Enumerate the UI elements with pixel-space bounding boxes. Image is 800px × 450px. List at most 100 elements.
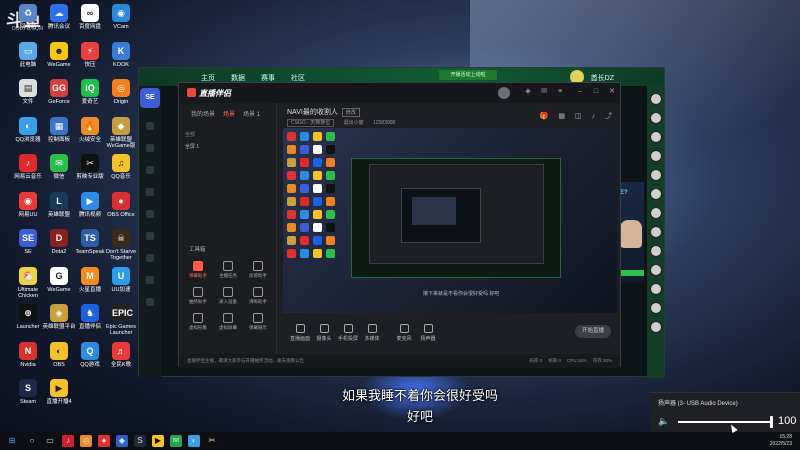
stream-preview[interactable]: 接下来就是不看你会很好受吗 好吧 (283, 128, 617, 313)
taskbar-app-icon[interactable]: ◎ (80, 435, 92, 447)
tool-button[interactable]: 主播任务 (213, 259, 243, 285)
desktop-icon[interactable]: ▶ 直播开播4 (39, 379, 79, 413)
taskbar-app-icon[interactable]: ◐ (188, 435, 200, 447)
desktop-icon-label: 文件 (22, 99, 34, 105)
sidebar-icon[interactable] (146, 254, 154, 262)
toolbar-button[interactable]: 直播画面 (289, 324, 311, 342)
viewer-avatar[interactable] (649, 207, 662, 219)
bell-icon[interactable]: ♪ (592, 113, 596, 120)
desktop-icon[interactable]: ◎ Origin (101, 79, 141, 113)
maximize-icon[interactable]: □ (592, 88, 600, 96)
scene-tab[interactable]: 场景 1 (243, 112, 260, 118)
skin-icon[interactable]: ◈ (524, 88, 532, 96)
viewer-avatar[interactable] (649, 226, 662, 238)
taskbar-app-icon[interactable]: ✉ (170, 435, 182, 447)
message-icon[interactable]: ✉ (540, 88, 548, 96)
announcement-text[interactable]: 直播伴侣主播，邀请大家参与开播抽奖活动，速去观看公告 (187, 354, 304, 368)
volume-slider-thumb[interactable] (770, 416, 773, 428)
toolbar-button[interactable]: 多媒体 (361, 324, 383, 342)
preview-mini-icon (313, 197, 322, 206)
viewer-avatar[interactable] (649, 283, 662, 295)
desktop-icon[interactable]: EPIC Epic Games Launcher (101, 304, 141, 338)
taskbar-app-icon[interactable]: ● (98, 435, 110, 447)
tool-button[interactable]: 虚拟形象 (183, 311, 213, 337)
promo-side-banner[interactable]: E? (618, 182, 644, 282)
desktop-icon[interactable]: ♬ 全民K歌 (101, 341, 141, 376)
category-tag[interactable]: CSGO - 天梯排位 (287, 119, 335, 127)
start-live-button[interactable]: 开始直播 (575, 325, 611, 338)
audio-device-name[interactable]: 扬声器 (3- USB Audio Device) (658, 398, 738, 407)
desktop-icon[interactable]: ◆ 英雄联盟WeGame版 (101, 116, 141, 151)
task-view-icon[interactable]: ▭ (44, 435, 56, 447)
stream-nav-item[interactable]: 社区 (291, 75, 305, 82)
speaker-icon[interactable]: 🔈 (658, 416, 669, 427)
tool-button[interactable]: 房管助手 (243, 259, 273, 285)
stream-nav-item[interactable]: 数据 (231, 75, 245, 82)
viewer-avatar[interactable] (649, 169, 662, 181)
scene-tab[interactable]: 我的场景 (191, 112, 215, 118)
desktop-icon-label: UU加速 (111, 286, 131, 293)
grid-icon[interactable]: ▦ (558, 113, 565, 120)
account-avatar[interactable] (498, 87, 510, 99)
stream-nav-item[interactable]: 主页 (201, 75, 215, 82)
gift-icon[interactable]: 🎁 (540, 113, 549, 120)
viewer-avatar[interactable] (649, 93, 662, 105)
desktop-icon[interactable]: ♫ QQ音乐 (101, 154, 141, 188)
preview-mini-icon (326, 184, 335, 193)
sidebar-icon[interactable] (146, 298, 154, 306)
scene-tab[interactable]: 场景 (223, 112, 235, 118)
viewer-avatar[interactable] (649, 188, 662, 200)
desktop-icon[interactable]: K KOOK (101, 41, 141, 76)
taskbar-app-icon[interactable]: ▶ (152, 435, 164, 447)
taskbar-app-icon[interactable]: ◆ (116, 435, 128, 447)
tool-button[interactable]: 弹幕展示 (243, 311, 273, 337)
preview-mini-icon (287, 184, 296, 193)
menu-icon[interactable]: ≡ (556, 88, 564, 96)
volume-slider-track[interactable] (678, 421, 770, 423)
tool-button[interactable]: 抽奖助手 (183, 285, 213, 311)
viewer-avatar[interactable] (649, 321, 662, 333)
taskbar-app-icon[interactable]: ✂ (206, 435, 218, 447)
desktop-icon[interactable]: ● OBS Office (101, 191, 141, 226)
toolbar-button[interactable]: 扬声器 (417, 324, 439, 342)
taskbar-app-icon[interactable]: S (134, 435, 146, 447)
edit-title-button[interactable]: 修改 (341, 108, 360, 117)
desktop-icon[interactable]: ☠ Don't Starve Together (101, 229, 141, 263)
toolbar-button[interactable]: 麦克风 (393, 324, 415, 342)
window-icon[interactable]: ◫ (575, 113, 582, 120)
viewer-avatar[interactable] (649, 112, 662, 124)
system-clock[interactable]: 15:28 2022/5/23 (770, 434, 792, 448)
se-logo-icon[interactable]: SE (140, 88, 160, 108)
desktop-icon[interactable]: U UU加速 (101, 266, 141, 301)
sidebar-icon[interactable] (146, 276, 154, 284)
search-icon[interactable]: ○ (26, 435, 38, 447)
sidebar-icon[interactable] (146, 122, 154, 130)
minimize-icon[interactable]: – (576, 88, 584, 96)
viewer-avatar[interactable] (649, 264, 662, 276)
desktop-icon[interactable]: ◉ VCam (101, 4, 141, 38)
toolbar-button[interactable]: 手机投屏 (337, 324, 359, 342)
sidebar-icon[interactable] (146, 188, 154, 196)
sidebar-icon[interactable] (146, 210, 154, 218)
promo-banner[interactable]: 开播活动上线啦 (439, 70, 497, 80)
viewer-avatar-column (647, 86, 664, 378)
sidebar-icon[interactable] (146, 144, 154, 152)
share-icon[interactable]: ⤴ (605, 113, 612, 120)
close-icon[interactable]: ✕ (608, 88, 616, 96)
viewer-avatar[interactable] (649, 302, 662, 314)
viewer-avatar[interactable] (649, 245, 662, 257)
scene-item-all[interactable]: 全部 (185, 131, 195, 138)
toolbar-button[interactable]: 摄像头 (313, 324, 335, 342)
sidebar-icon[interactable] (146, 166, 154, 174)
tool-button[interactable]: 弹幕助手 (183, 259, 213, 285)
tool-button[interactable]: 虚拟屏幕 (213, 311, 243, 337)
sidebar-icon[interactable] (146, 232, 154, 240)
viewer-avatar[interactable] (649, 150, 662, 162)
taskbar-app-icon[interactable]: ♪ (62, 435, 74, 447)
tool-button[interactable]: 清晰助手 (243, 285, 273, 311)
viewer-avatar[interactable] (649, 131, 662, 143)
stream-nav-item[interactable]: 赛事 (261, 75, 275, 82)
scene-item-fullscreen[interactable]: 全屏 1 (185, 143, 199, 150)
tool-button[interactable]: 录入设备 (213, 285, 243, 311)
start-button-icon[interactable]: ⊞ (6, 435, 18, 447)
